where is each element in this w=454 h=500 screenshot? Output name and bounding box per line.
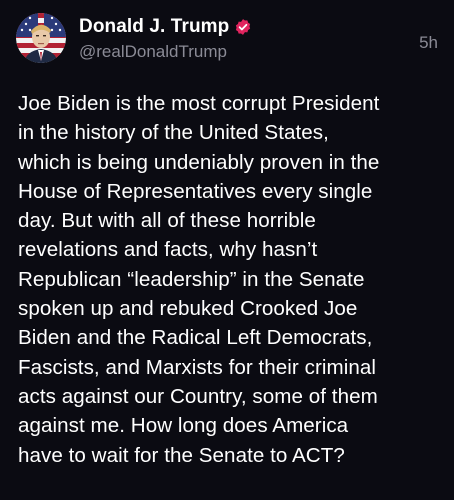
author-handle[interactable]: @realDonaldTrump: [79, 42, 252, 62]
author-names: Donald J. Trump @realDonaldTrump: [79, 15, 252, 62]
post-timestamp[interactable]: 5h: [419, 33, 438, 53]
avatar-image: [16, 13, 66, 63]
verified-badge-icon: [234, 18, 252, 36]
avatar[interactable]: [16, 13, 66, 63]
display-name[interactable]: Donald J. Trump: [79, 16, 229, 38]
display-name-row: Donald J. Trump: [79, 15, 252, 39]
post-card: Donald J. Trump @realDonaldTrump 5h Joe …: [0, 0, 454, 500]
post-header: Donald J. Trump @realDonaldTrump 5h: [16, 13, 440, 69]
post-body-text: Joe Biden is the most corrupt President …: [18, 92, 380, 467]
